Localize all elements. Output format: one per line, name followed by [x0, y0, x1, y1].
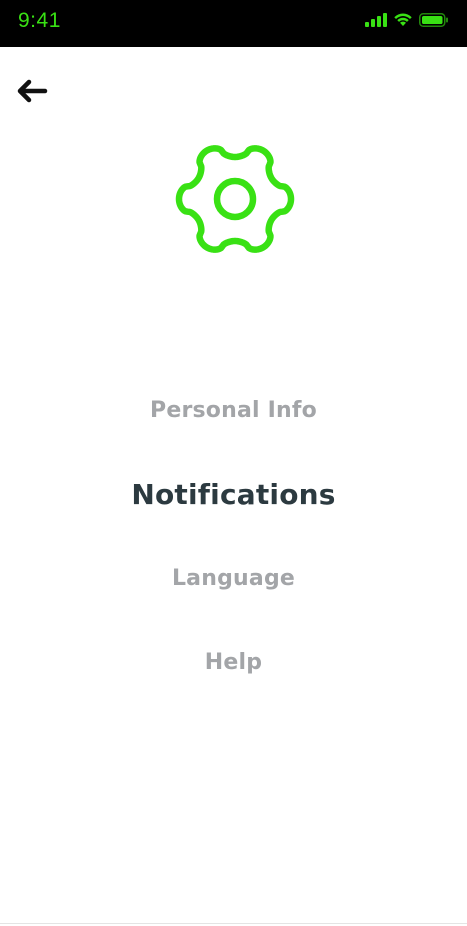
settings-hero — [168, 136, 302, 262]
menu-item-label: Personal Info — [150, 398, 317, 423]
menu-item-notifications[interactable]: Notifications — [0, 478, 467, 511]
status-bar: 9:41 — [0, 0, 467, 47]
cellular-signal-icon — [365, 12, 387, 27]
status-icons — [365, 12, 449, 27]
back-button[interactable] — [12, 74, 52, 108]
bottom-divider — [0, 923, 467, 924]
menu-item-personal-info[interactable]: Personal Info — [0, 398, 467, 423]
wifi-icon — [394, 13, 412, 26]
menu-item-language[interactable]: Language — [0, 566, 467, 591]
menu-item-help[interactable]: Help — [0, 650, 467, 675]
battery-icon — [419, 12, 448, 27]
gear-icon — [175, 145, 295, 253]
menu-item-label: Help — [204, 650, 263, 675]
menu-item-label: Notifications — [131, 478, 336, 511]
arrow-left-icon — [17, 79, 48, 103]
menu-item-label: Language — [171, 566, 296, 591]
status-time: 9:41 — [18, 9, 61, 32]
